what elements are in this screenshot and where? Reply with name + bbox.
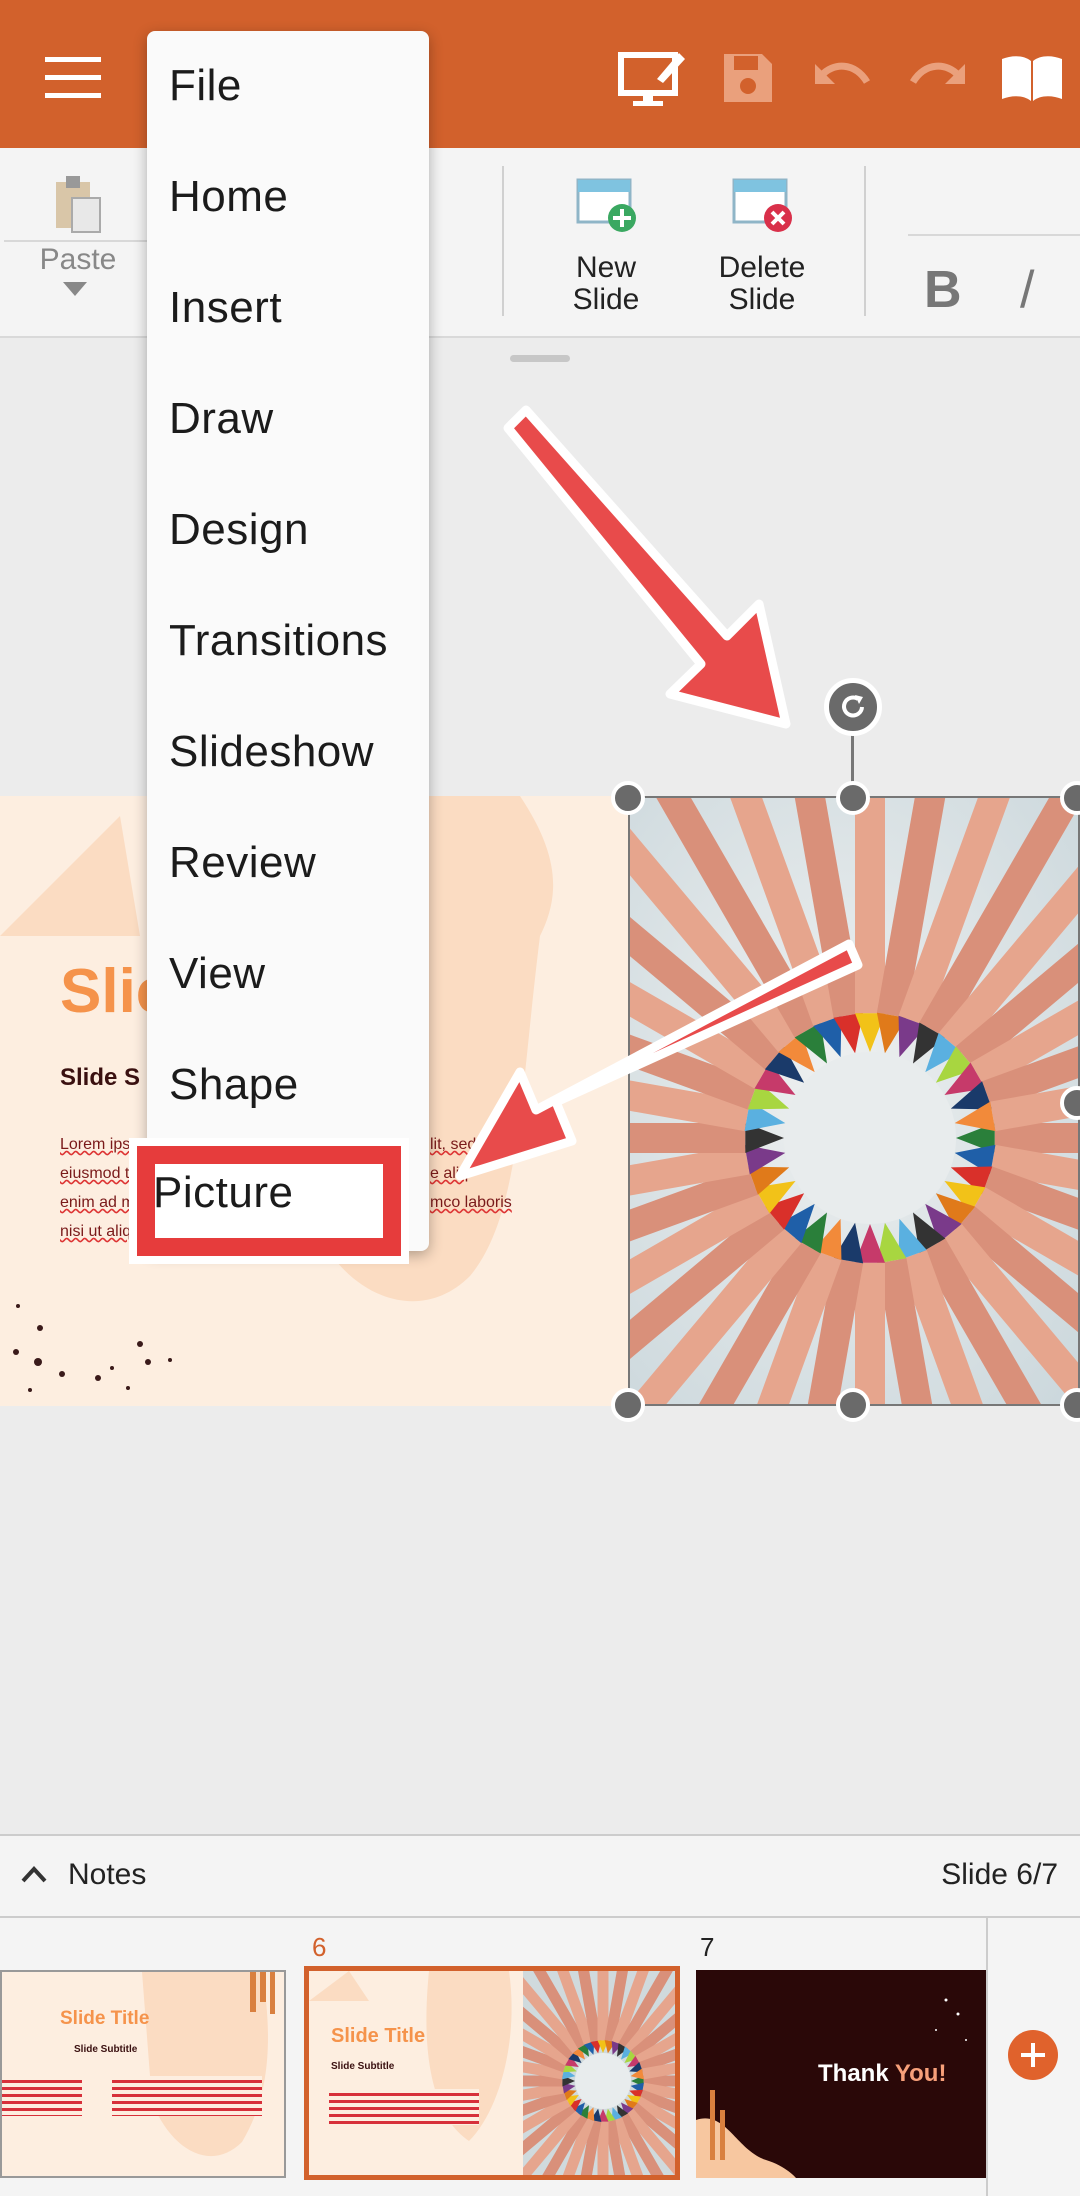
menu-item-design[interactable]: Design [169,505,309,555]
menu-item-picture[interactable]: Picture [153,1168,293,1218]
thumbnail-subtitle: Slide Subtitle [74,2044,138,2055]
menu-item-insert[interactable]: Insert [169,283,282,333]
menu-item-transitions[interactable]: Transitions [169,616,388,666]
slide-counter: Slide 6/7 [941,1858,1058,1891]
slide-thumbnail-strip: Slide Title Slide Subtitle 6 Slide Title… [0,1918,1080,2196]
main-menu-dropdown: File Home Insert Draw Design Transitions… [147,31,429,1251]
slide-thumbnail-7[interactable]: Thank You! [696,1970,986,2178]
add-slide-icon[interactable] [1008,2030,1058,2080]
menu-item-picture-highlight[interactable]: Picture [129,1138,409,1264]
menu-item-home[interactable]: Home [169,172,288,222]
thumbnail-number: 6 [312,1932,327,1962]
slide-thumbnail-5[interactable]: Slide Title Slide Subtitle [0,1970,286,2178]
thumbnail-number: 7 [700,1932,715,1962]
menu-item-file[interactable]: File [169,61,242,111]
notes-bar[interactable]: Notes Slide 6/7 [0,1834,1080,1918]
thumbnail-title: Thank You! [818,2060,947,2087]
thumbnail-subtitle: Slide Subtitle [331,2061,395,2072]
slide-thumbnail-6[interactable]: Slide Title Slide Subtitle [304,1966,680,2180]
menu-item-review[interactable]: Review [169,838,316,888]
menu-item-draw[interactable]: Draw [169,394,274,444]
menu-item-slideshow[interactable]: Slideshow [169,727,374,777]
menu-item-view[interactable]: View [169,949,266,999]
notes-label[interactable]: Notes [68,1858,146,1892]
thumbnail-title: Slide Title [331,2025,426,2047]
menu-item-shape[interactable]: Shape [169,1060,299,1110]
thumbnail-title: Slide Title [60,2008,150,2029]
chevron-up-icon[interactable] [20,1864,48,1889]
